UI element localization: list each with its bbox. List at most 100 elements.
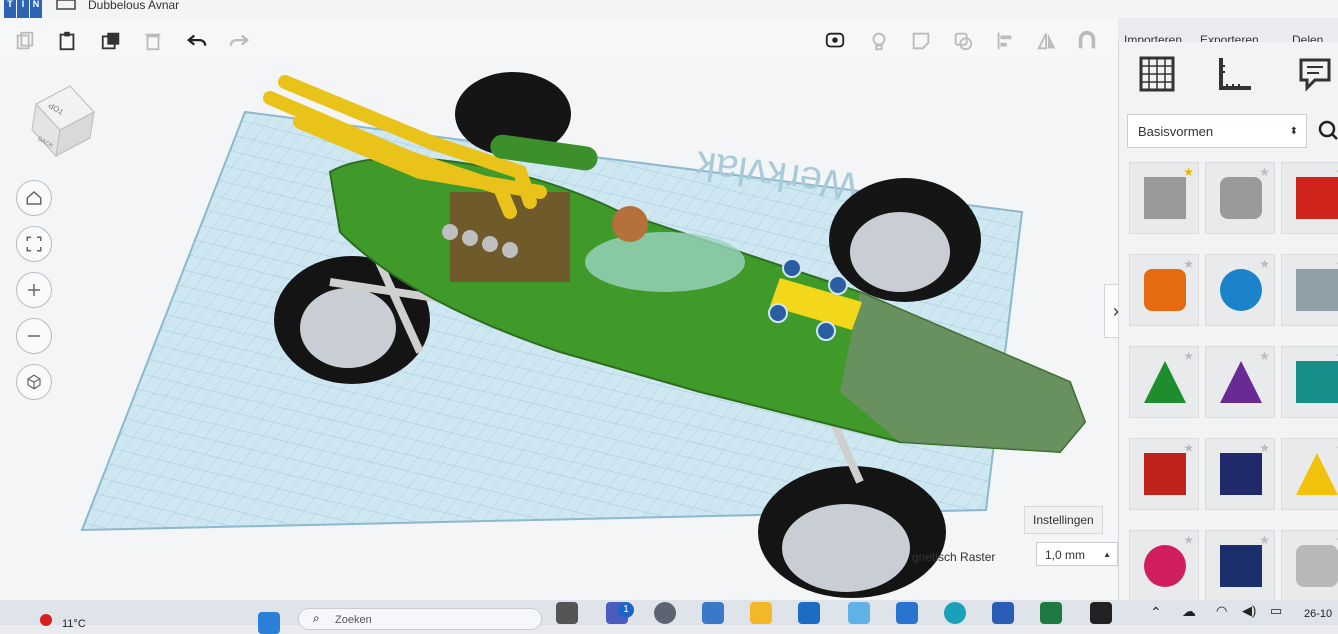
shape-library-select[interactable]: Basisvormen ⬍ (1127, 114, 1307, 148)
temperature[interactable]: 11°C (62, 618, 86, 630)
clock-date[interactable]: 26-10 (1304, 608, 1332, 620)
shape-cone[interactable]: ★ (1205, 346, 1275, 418)
note-icon[interactable] (908, 28, 934, 54)
document-title[interactable]: Dubbelous Avnar (88, 0, 179, 12)
perspective-icon (27, 374, 41, 390)
shape-pyramid[interactable]: ★ (1281, 438, 1338, 510)
shape-paraboloid[interactable]: ★ (1281, 530, 1338, 602)
shape-roof[interactable]: ★ (1129, 346, 1199, 418)
tinkercad-logo[interactable]: T I N (4, 0, 44, 18)
shape-thumbnail (1220, 177, 1262, 219)
trash-icon[interactable] (140, 28, 166, 54)
copy-icon[interactable] (12, 28, 38, 54)
settings-icon[interactable] (654, 602, 676, 624)
workspace-canvas[interactable]: Werkvlak TOP BACK Instellingen gnetisch … (0, 62, 1118, 600)
light-bulb-icon[interactable] (866, 28, 892, 54)
battery-icon[interactable]: ▭ (1270, 603, 1282, 619)
redo-icon[interactable] (226, 28, 252, 54)
mirror-icon[interactable] (1034, 28, 1060, 54)
favorite-star-icon[interactable]: ★ (1183, 533, 1194, 547)
shape-thumbnail (1220, 361, 1262, 403)
explorer-icon[interactable] (750, 602, 772, 624)
shape-thumbnail (1220, 269, 1262, 311)
workplane-grid-icon[interactable] (1137, 54, 1177, 94)
shape-box-navy[interactable]: ★ (1205, 438, 1275, 510)
undo-icon[interactable] (184, 28, 210, 54)
word-icon[interactable] (992, 602, 1014, 624)
shape-sphere[interactable]: ★ (1205, 254, 1275, 326)
zoom-in-icon (28, 284, 40, 296)
wifi-icon[interactable]: ◠ (1216, 603, 1227, 619)
taskbar-search-placeholder: Zoeken (335, 614, 372, 626)
shape-box-red[interactable]: ★ (1281, 162, 1338, 234)
weather-alert-icon (40, 614, 52, 626)
align-icon[interactable] (992, 28, 1018, 54)
favorite-star-icon[interactable]: ★ (1259, 165, 1270, 179)
taskbar-search[interactable]: ⌕ Zoeken (298, 608, 542, 630)
paste-icon[interactable] (54, 28, 80, 54)
duplicate-icon[interactable] (98, 28, 124, 54)
shape-polygon[interactable]: ★ (1205, 530, 1275, 602)
shape-icon[interactable] (950, 28, 976, 54)
perspective-button[interactable] (16, 364, 52, 400)
shape-scribble[interactable]: ★ (1281, 254, 1338, 326)
photos-icon[interactable] (848, 602, 870, 624)
notes-icon[interactable] (1295, 54, 1335, 94)
shape-thumbnail (1296, 453, 1338, 495)
favorite-star-icon[interactable]: ★ (1259, 257, 1270, 271)
store-icon[interactable] (702, 602, 724, 624)
favorite-star-icon[interactable]: ★ (1183, 257, 1194, 271)
shape-thumbnail (1296, 361, 1338, 403)
logo-letter: I (17, 0, 29, 18)
snap-grid-value: 1,0 mm (1045, 548, 1086, 562)
3d-scene[interactable]: Werkvlak (0, 62, 1118, 600)
app-icon[interactable] (1090, 602, 1112, 624)
menu-icon[interactable] (56, 0, 76, 10)
cortana-icon[interactable] (896, 602, 918, 624)
home-view-button[interactable] (16, 180, 52, 216)
fit-view-icon (26, 236, 42, 252)
zoom-out-button[interactable] (16, 318, 52, 354)
shapes-panel: Basisvormen ⬍ ★★★★★★★★★★★★★★★ (1118, 42, 1338, 602)
settings-button[interactable]: Instellingen (1024, 506, 1103, 534)
search-icon: ⌕ (313, 611, 320, 625)
favorite-star-icon[interactable]: ★ (1259, 349, 1270, 363)
shape-thumbnail (1220, 545, 1262, 587)
shape-thumbnail (1296, 177, 1338, 219)
view-cube[interactable]: TOP BACK (26, 84, 98, 164)
fit-view-button[interactable] (16, 226, 52, 262)
file-icon[interactable] (556, 602, 578, 624)
magnet-icon[interactable] (1074, 28, 1100, 54)
chevron-up-icon[interactable]: ⌃ (1150, 604, 1162, 621)
shape-thumbnail (1296, 269, 1338, 311)
shape-cylinder-hole[interactable]: ★ (1205, 162, 1275, 234)
shape-cylinder[interactable]: ★ (1129, 254, 1199, 326)
search-icon[interactable] (1315, 114, 1338, 148)
logo-letter: N (30, 0, 42, 18)
cloud-icon[interactable]: ☁ (1182, 603, 1196, 620)
shape-thumbnail (1144, 269, 1186, 311)
snap-grid-select[interactable]: 1,0 mm ▲ (1036, 542, 1118, 566)
shape-text[interactable]: ★ (1129, 438, 1199, 510)
shape-half-sphere[interactable]: ★ (1129, 530, 1199, 602)
toolbar: Importeren Exporteren Delen (0, 18, 1323, 62)
title-bar: T I N Dubbelous Avnar (0, 0, 1338, 18)
outlook-icon[interactable] (798, 602, 820, 624)
shape-round-roof[interactable]: ★ (1281, 346, 1338, 418)
driver-helmet (612, 206, 648, 242)
ruler-icon[interactable] (1215, 54, 1255, 94)
view-toggle-icon[interactable] (822, 28, 848, 54)
shape-library-label: Basisvormen (1138, 124, 1214, 139)
chevron-up-icon: ▲ (1103, 550, 1111, 559)
edge-icon[interactable] (944, 602, 966, 624)
shape-thumbnail (1220, 453, 1262, 495)
logo-letter: T (4, 0, 16, 18)
volume-icon[interactable]: ◀) (1242, 603, 1256, 619)
start-icon[interactable] (258, 612, 280, 634)
favorite-star-icon[interactable]: ★ (1183, 349, 1194, 363)
notification-badge: 1 (618, 602, 634, 618)
shape-box[interactable]: ★ (1129, 162, 1199, 234)
zoom-in-button[interactable] (16, 272, 52, 308)
shape-thumbnail (1144, 361, 1186, 403)
excel-icon[interactable] (1040, 602, 1062, 624)
